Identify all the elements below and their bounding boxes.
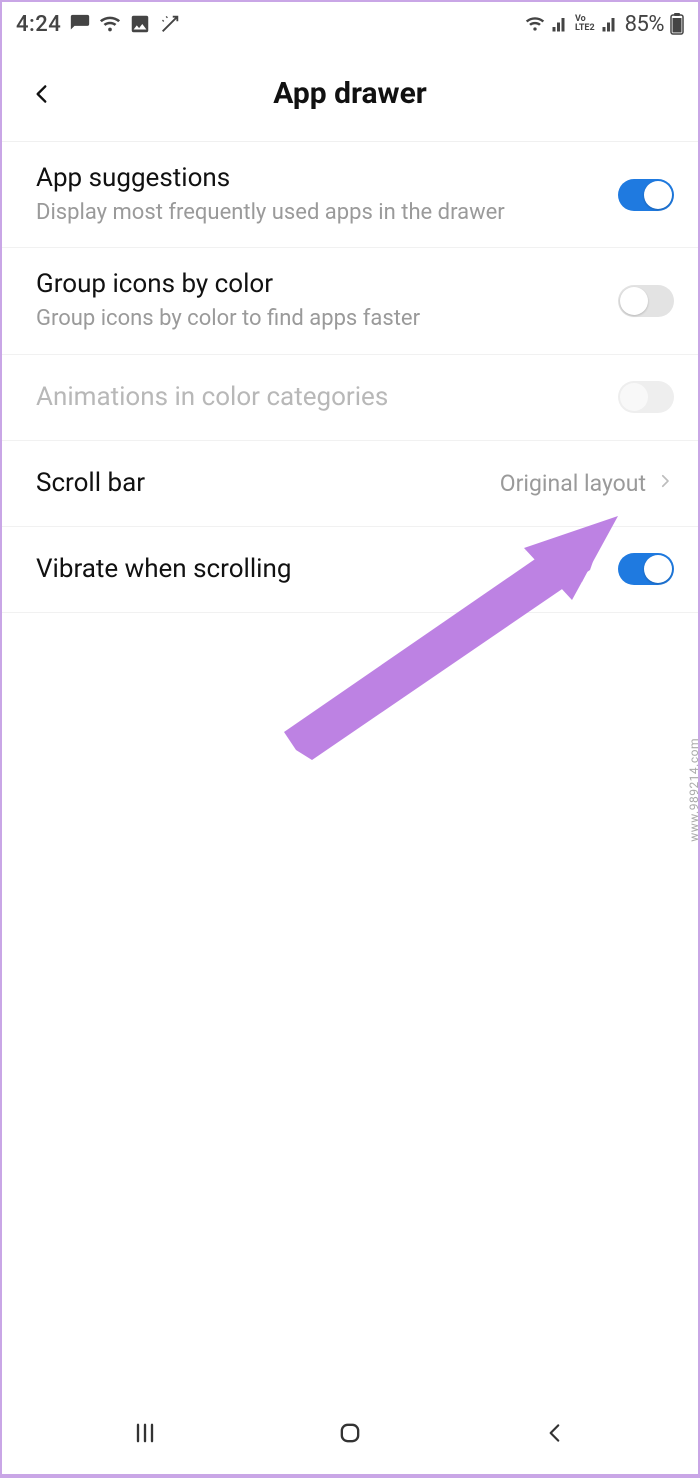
row-subtitle: Group icons by color to find apps faster [36,304,606,334]
status-bar: 4:24 VoLTE2 85% [2,2,698,46]
page-header: App drawer [2,46,698,142]
row-text: Scroll bar [36,467,500,501]
row-text: Vibrate when scrolling [36,553,618,587]
nav-back-button[interactable] [505,1409,605,1457]
row-app-suggestions[interactable]: App suggestions Display most frequently … [2,142,698,248]
row-title: Scroll bar [36,467,488,501]
row-text: Group icons by color Group icons by colo… [36,268,618,333]
signal-r-icon [551,15,569,33]
row-title: Vibrate when scrolling [36,553,606,587]
row-vibrate-scrolling[interactable]: Vibrate when scrolling [2,527,698,613]
wand-icon [159,13,181,35]
lte-icon: VoLTE2 [575,15,595,33]
status-right: VoLTE2 85% [525,12,684,37]
watermark: www.989214.com [687,738,698,842]
back-button[interactable] [22,74,62,114]
wifi-icon-2 [525,14,545,34]
row-value: Original layout [500,470,646,497]
battery-percent: 85% [625,12,664,37]
row-text: App suggestions Display most frequently … [36,162,618,227]
toggle-group-icons[interactable] [618,285,674,317]
nav-recents-button[interactable] [95,1409,195,1457]
battery-icon [670,13,684,35]
row-right: Original layout [500,470,674,497]
chevron-right-icon [656,472,674,494]
row-title: App suggestions [36,162,606,196]
device-frame: 4:24 VoLTE2 85% [2,2,698,1474]
nav-home-button[interactable] [300,1409,400,1457]
status-left: 4:24 [16,12,181,37]
row-animations: Animations in color categories [2,355,698,441]
gallery-icon [129,13,151,35]
status-time: 4:24 [16,12,61,37]
row-group-icons[interactable]: Group icons by color Group icons by colo… [2,248,698,354]
wifi-icon [99,13,121,35]
row-title: Animations in color categories [36,381,606,415]
page-title: App drawer [2,76,698,111]
row-scroll-bar[interactable]: Scroll bar Original layout [2,441,698,527]
toggle-app-suggestions[interactable] [618,179,674,211]
toggle-vibrate-scrolling[interactable] [618,553,674,585]
row-text: Animations in color categories [36,381,618,415]
row-subtitle: Display most frequently used apps in the… [36,198,606,228]
toggle-animations [618,381,674,413]
row-title: Group icons by color [36,268,606,302]
settings-list: App suggestions Display most frequently … [2,142,698,613]
signal-icon [601,15,619,33]
navigation-bar [2,1396,698,1474]
notification-message-icon [69,13,91,35]
